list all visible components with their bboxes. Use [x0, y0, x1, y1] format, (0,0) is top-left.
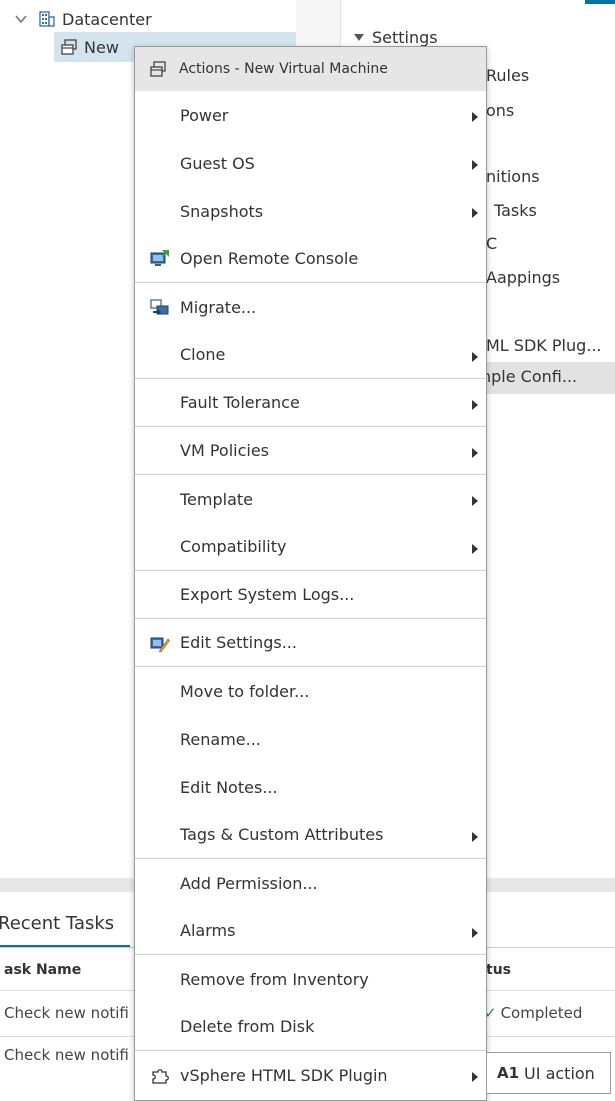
task-status-label: Completed — [500, 1004, 583, 1022]
virtual-machine-icon — [61, 39, 77, 55]
submenu-arrow-icon — [472, 928, 478, 938]
settings-header-label: Settings — [372, 28, 438, 47]
submenu-arrow-icon — [472, 448, 478, 458]
menu-item-tags-custom-attributes[interactable]: Tags & Custom Attributes — [135, 811, 486, 859]
menu-item-edit-settings[interactable]: Edit Settings... — [135, 619, 486, 667]
menu-item-fault-tolerance[interactable]: Fault Tolerance — [135, 379, 486, 427]
menu-item-migrate[interactable]: Migrate... — [135, 283, 486, 331]
settings-item[interactable]: Aappings — [486, 268, 560, 287]
settings-item[interactable]: Rules — [486, 66, 529, 85]
menu-item-label: Fault Tolerance — [180, 393, 300, 412]
menu-item-vm-policies[interactable]: VM Policies — [135, 427, 486, 475]
edit-settings-icon — [150, 637, 170, 653]
column-header-status[interactable]: tus — [486, 962, 511, 978]
menu-item-export-system-logs[interactable]: Export System Logs... — [135, 571, 486, 619]
settings-item[interactable]: nitions — [486, 167, 540, 186]
vsphere-client: Datacenter New Settings Rules ons nition… — [0, 0, 615, 1101]
tab-recent-tasks[interactable]: Recent Tasks — [0, 913, 114, 934]
context-menu-title: Actions - New Virtual Machine — [179, 61, 388, 77]
submenu-arrow-icon — [472, 1072, 478, 1082]
task-status-cell: ✓ Completed — [484, 1004, 582, 1022]
menu-item-label: Alarms — [180, 921, 236, 940]
plugin-icon — [152, 1069, 169, 1084]
menu-item-label: Guest OS — [180, 153, 255, 173]
settings-item[interactable]: Tasks — [494, 201, 537, 220]
migrate-icon — [150, 299, 169, 315]
menu-item-vsphere-html-sdk-plugin[interactable]: vSphere HTML SDK Plugin — [135, 1051, 486, 1099]
menu-item-label: Power — [180, 105, 229, 125]
menu-item-template[interactable]: Template — [135, 475, 486, 523]
chevron-down-icon[interactable] — [14, 12, 28, 26]
remote-console-icon — [150, 250, 169, 266]
menu-item-label: Remove from Inventory — [180, 969, 369, 989]
menu-item-guest-os[interactable]: Guest OS — [135, 139, 486, 187]
menu-item-label: Compatibility — [180, 537, 287, 556]
settings-item[interactable]: C — [486, 234, 497, 253]
menu-item-label: Export System Logs... — [180, 585, 355, 604]
menu-item-edit-notes[interactable]: Edit Notes... — [135, 763, 486, 811]
menu-item-label: Move to folder... — [180, 681, 310, 701]
menu-item-label: Template — [180, 489, 254, 509]
menu-item-label: Snapshots — [180, 201, 264, 221]
collapse-triangle-icon — [354, 34, 364, 41]
submenu-arrow-icon — [472, 544, 478, 554]
menu-item-label: Edit Notes... — [180, 777, 278, 797]
submenu-arrow-icon — [472, 160, 478, 170]
menu-item-open-remote-console[interactable]: Open Remote Console — [135, 235, 486, 283]
tree-item-datacenter[interactable]: Datacenter — [14, 4, 152, 34]
datacenter-label: Datacenter — [62, 9, 152, 29]
submenu-arrow-icon — [472, 208, 478, 218]
submenu-arrow-icon — [472, 352, 478, 362]
menu-item-label: Tags & Custom Attributes — [180, 825, 384, 844]
submenu-flyout-ui-action[interactable]: A1 UI action — [486, 1052, 611, 1094]
menu-item-label: Delete from Disk — [180, 1017, 315, 1036]
menu-item-label: VM Policies — [180, 441, 270, 460]
active-tab-indicator — [585, 0, 615, 4]
menu-item-power[interactable]: Power — [135, 91, 486, 139]
menu-item-compatibility[interactable]: Compatibility — [135, 523, 486, 571]
menu-item-add-permission[interactable]: Add Permission... — [135, 859, 486, 907]
context-menu-header: Actions - New Virtual Machine — [135, 47, 486, 91]
menu-item-rename[interactable]: Rename... — [135, 715, 486, 763]
menu-item-snapshots[interactable]: Snapshots — [135, 187, 486, 235]
submenu-arrow-icon — [472, 496, 478, 506]
menu-item-remove-from-inventory[interactable]: Remove from Inventory — [135, 955, 486, 1003]
task-name-cell: Check new notifi — [4, 1046, 129, 1064]
menu-item-label: Clone — [180, 345, 226, 364]
flyout-label: UI action — [524, 1063, 595, 1083]
virtual-machine-icon — [150, 61, 166, 77]
menu-item-label: Open Remote Console — [180, 249, 359, 268]
datacenter-icon — [39, 11, 55, 27]
settings-item[interactable]: ML SDK Plug... — [486, 336, 602, 355]
menu-item-label: Add Permission... — [180, 873, 318, 893]
menu-item-alarms[interactable]: Alarms — [135, 907, 486, 955]
submenu-arrow-icon — [472, 400, 478, 410]
menu-item-label: Rename... — [180, 729, 261, 749]
settings-item-selected[interactable]: nple Confi... — [481, 362, 615, 394]
submenu-arrow-icon — [472, 112, 478, 122]
menu-item-delete-from-disk[interactable]: Delete from Disk — [135, 1003, 486, 1051]
menu-item-move-to-folder[interactable]: Move to folder... — [135, 667, 486, 715]
settings-item[interactable]: ons — [486, 101, 514, 120]
flyout-prefix: A1 — [497, 1064, 520, 1082]
submenu-arrow-icon — [472, 832, 478, 842]
menu-item-label: Migrate... — [180, 297, 257, 317]
settings-section-header[interactable]: Settings — [354, 28, 438, 47]
vm-label: New — [84, 37, 119, 57]
menu-item-label: vSphere HTML SDK Plugin — [180, 1065, 388, 1085]
context-menu: Actions - New Virtual Machine Power Gues… — [134, 46, 487, 1101]
menu-item-label: Edit Settings... — [180, 633, 297, 652]
task-name-cell: Check new notifi — [4, 1004, 129, 1022]
column-header-task-name[interactable]: ask Name — [4, 962, 81, 978]
menu-item-clone[interactable]: Clone — [135, 331, 486, 379]
